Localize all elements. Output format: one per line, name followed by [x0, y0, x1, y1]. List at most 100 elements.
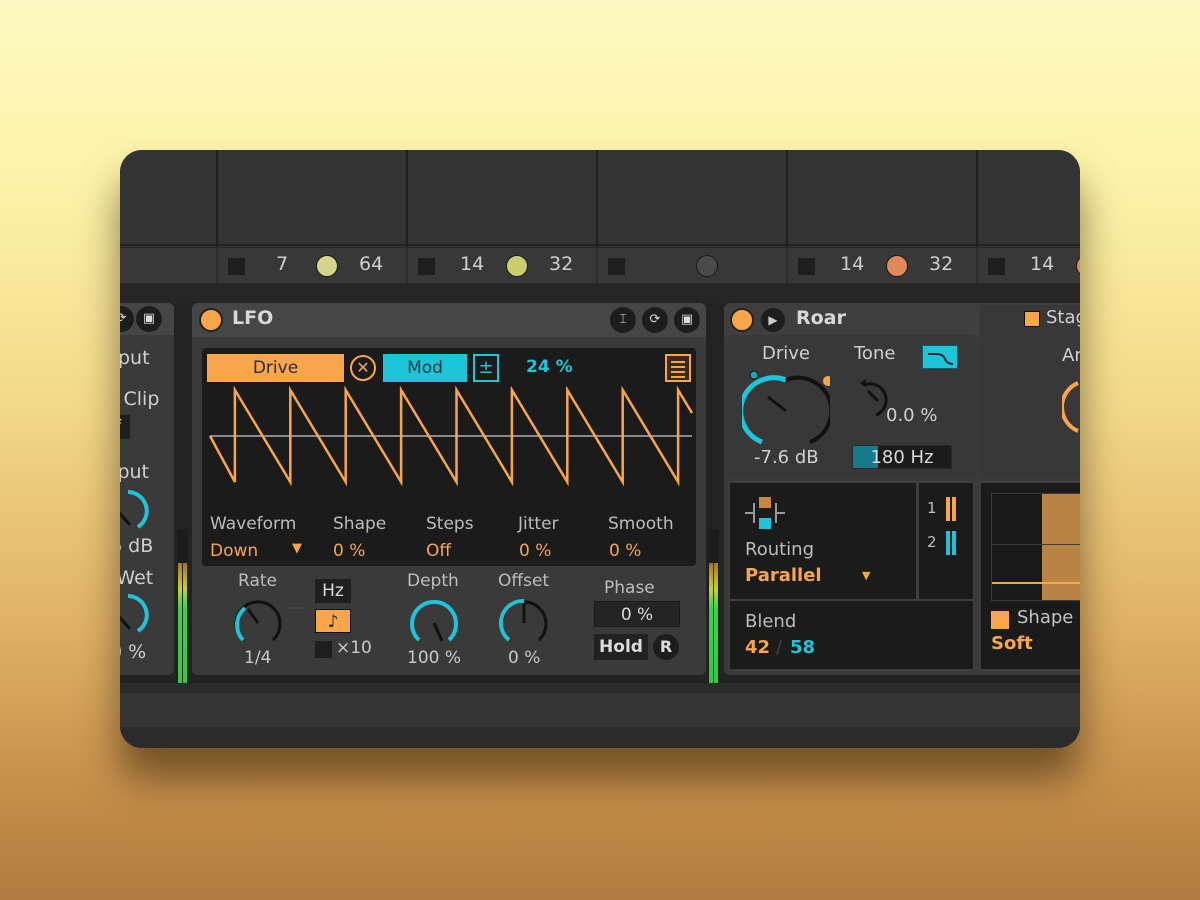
roar-power-toggle[interactable]	[730, 308, 754, 332]
save-preset-icon[interactable]: ▣	[136, 306, 162, 332]
device-left-partial: ⟳ ▣ put t Clip f tput 6 dB /Wet 0 %	[120, 303, 174, 675]
clip-value-left: 14	[1030, 253, 1055, 275]
rate-knob[interactable]	[230, 595, 286, 651]
routing-label: Routing	[745, 539, 815, 560]
lfo-title: LFO	[232, 307, 274, 329]
phase-label: Phase	[604, 578, 655, 598]
output-knob[interactable]	[120, 487, 152, 535]
drive-label: Drive	[762, 343, 810, 364]
clip-stop-button[interactable]	[418, 258, 435, 275]
amount-label: Ar	[1062, 345, 1080, 366]
soft-clip-toggle[interactable]: f	[120, 415, 130, 439]
clip-status-led	[316, 255, 338, 277]
menu-list-icon[interactable]	[665, 354, 691, 382]
clip-status-led	[1076, 255, 1080, 277]
drive-value[interactable]: -7.6 dB	[754, 447, 819, 468]
x10-checkbox[interactable]	[315, 641, 332, 658]
dropdown-arrow-icon[interactable]: ▼	[862, 569, 870, 582]
clip-stop-button[interactable]	[608, 258, 625, 275]
offset-label: Offset	[498, 571, 550, 591]
lfo-device: LFO ⌶ ⟳ ▣ Drive ✕ Mod ± 24 % Waveform Do…	[192, 303, 706, 675]
smooth-value[interactable]: 0 %	[609, 541, 641, 561]
offset-value[interactable]: 0 %	[508, 648, 540, 668]
hold-button[interactable]: Hold	[594, 634, 648, 660]
stage-selector: 1 2	[917, 481, 975, 601]
output-value: 6 dB	[120, 535, 154, 557]
steps-label: Steps	[426, 514, 474, 534]
device-chain: ⟳ ▣ put t Clip f tput 6 dB /Wet 0 %	[120, 303, 1080, 748]
output-knob-label: tput	[120, 461, 150, 483]
roar-title: Roar	[796, 307, 846, 329]
rate-mode-sync-button[interactable]: ♪	[315, 609, 351, 633]
waveform-label: Waveform	[210, 514, 297, 534]
rate-value[interactable]: 1/4	[244, 648, 271, 668]
phase-value[interactable]: 0 %	[594, 601, 680, 627]
stage-1-label: 1	[927, 499, 937, 517]
map-icon[interactable]: ⌶	[610, 307, 636, 333]
shaper-type-value[interactable]: Soft	[991, 633, 1033, 654]
roar-device: ▶ Roar Drive -7.6 dB Tone 0.0 % 180 Hz R…	[724, 303, 1080, 675]
clip-slot[interactable]: 14 32	[406, 150, 596, 283]
routing-dropdown[interactable]: Parallel	[745, 565, 822, 586]
steps-value[interactable]: Off	[426, 541, 451, 561]
stage-1-meter[interactable]	[946, 497, 958, 521]
shaper-enable-toggle[interactable]	[991, 611, 1009, 629]
lfo-power-toggle[interactable]	[199, 308, 223, 332]
blend-section: Blend 42 / 58	[728, 599, 975, 671]
stage-enable-toggle[interactable]	[1024, 311, 1040, 327]
clip-stop-button[interactable]	[988, 258, 1005, 275]
shaper-curve-display	[991, 493, 1080, 601]
clip-slot[interactable]	[120, 150, 216, 283]
jitter-value[interactable]: 0 %	[519, 541, 551, 561]
clip-stop-button[interactable]	[228, 258, 245, 275]
shaper-section: Shape Soft	[979, 481, 1080, 671]
depth-value[interactable]: 100 %	[407, 648, 461, 668]
drive-knob[interactable]	[742, 367, 830, 455]
waveform-dropdown[interactable]: Down	[210, 541, 258, 561]
dry-wet-knob[interactable]	[120, 591, 152, 639]
clip-status-led	[506, 255, 528, 277]
mod-mode-button[interactable]: Mod	[383, 354, 467, 382]
blend-value-b[interactable]: 58	[790, 637, 815, 658]
x10-label: ×10	[336, 638, 372, 658]
reset-phase-button[interactable]: R	[653, 634, 679, 660]
rate-mode-hz-button[interactable]: Hz	[315, 579, 351, 603]
mod-amount-value[interactable]: 24 %	[526, 357, 573, 377]
dry-wet-value: 0 %	[120, 641, 147, 663]
amount-knob[interactable]	[1062, 379, 1080, 439]
clip-stop-button[interactable]	[798, 258, 815, 275]
shape-label: Shape	[333, 514, 387, 534]
save-preset-icon[interactable]: ▣	[674, 307, 700, 333]
roar-input-section: Drive -7.6 dB Tone 0.0 % 180 Hz	[728, 335, 976, 477]
lfo-display: Drive ✕ Mod ± 24 % Waveform Down ▼ Shape	[202, 348, 696, 566]
clip-value-left: 7	[276, 253, 289, 275]
blend-separator: /	[776, 637, 783, 658]
dropdown-arrow-icon[interactable]: ▼	[292, 541, 302, 556]
stage-2-meter[interactable]	[946, 531, 958, 555]
tone-value[interactable]: 0.0 %	[886, 405, 937, 426]
offset-knob[interactable]	[496, 595, 552, 651]
filter-type-button[interactable]	[922, 345, 958, 369]
clip-slot-row: 7 64 14 32 14 32 14	[120, 150, 1080, 283]
tone-frequency-slider[interactable]: 180 Hz	[852, 445, 952, 469]
blend-value-a[interactable]: 42	[745, 637, 770, 658]
depth-knob[interactable]	[406, 595, 462, 651]
lfo-waveform-graph	[208, 386, 694, 487]
smooth-label: Smooth	[608, 514, 674, 534]
bipolar-icon[interactable]: ±	[473, 354, 499, 382]
clip-value-left: 14	[840, 253, 865, 275]
clip-slot[interactable]: 14 32	[786, 150, 976, 283]
play-icon[interactable]: ▶	[761, 308, 785, 332]
hot-swap-icon[interactable]: ⟳	[642, 307, 668, 333]
stage-2-label: 2	[927, 533, 937, 551]
clip-status-led	[696, 255, 718, 277]
bottom-bar	[120, 683, 1080, 748]
unmap-icon[interactable]: ✕	[350, 355, 376, 381]
soft-clip-label: t Clip	[120, 388, 160, 410]
clip-slot[interactable]: 7 64	[216, 150, 406, 283]
clip-slot[interactable]	[596, 150, 786, 283]
shape-value[interactable]: 0 %	[333, 541, 365, 561]
clip-slot[interactable]: 14	[976, 150, 1080, 283]
daw-window: 7 64 14 32 14 32 14 ⟳ ▣ put Clip put dB …	[120, 150, 1080, 748]
mod-target-button[interactable]: Drive	[207, 354, 344, 382]
